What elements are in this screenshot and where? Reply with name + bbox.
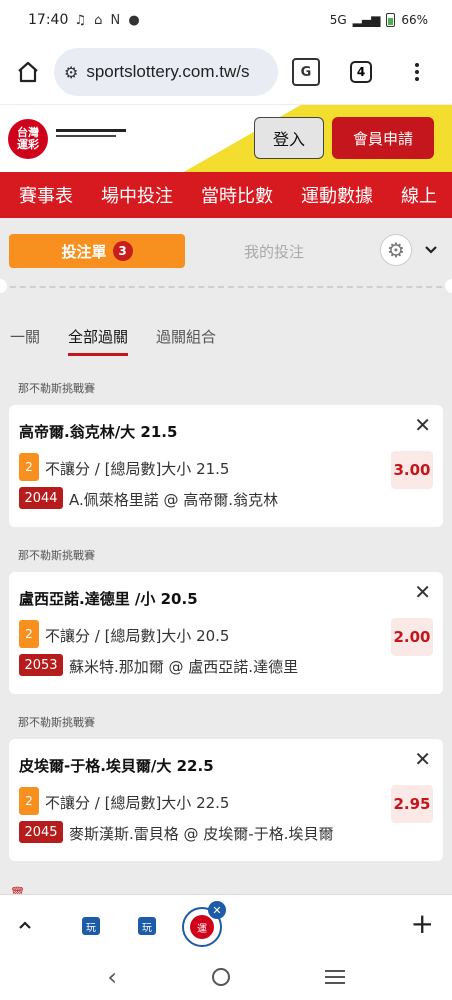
nav-item-online[interactable]: 線上 [401, 182, 437, 208]
home-icon[interactable] [12, 56, 44, 88]
system-nav-bar: ‹ [0, 954, 452, 1000]
match-name: 蘇米特.那加爾 @ 盧西亞諾.達德里 [69, 658, 299, 676]
battery-icon [386, 13, 396, 27]
logo-text: 台灣運彩 [17, 125, 39, 151]
gear-icon[interactable]: ⚙ [380, 234, 412, 266]
login-button[interactable]: 登入 [254, 117, 324, 159]
address-bar[interactable]: ⚙ sportslottery.com.tw/s [54, 48, 278, 96]
signal-icon: ▂▄▆ [352, 13, 381, 27]
event-code: 2053 [19, 654, 63, 676]
home-circle-icon[interactable] [211, 968, 230, 986]
close-tab-icon[interactable]: ✕ [208, 901, 226, 919]
bet-selection: 盧西亞諾.達德里 /小 20.5 [19, 590, 198, 608]
close-icon[interactable]: ✕ [414, 413, 431, 437]
clear-all-icon[interactable]: 🗑 [10, 886, 25, 894]
event-code: 2045 [19, 821, 63, 843]
divider-notch [0, 279, 7, 293]
bet-slip-panel: 投注單 3 我的投注 ⚙ 一關 全部過關 過關組合 那不勒斯挑戰賽 高帝爾.翁克… [0, 218, 452, 894]
status-time: 17:40 [28, 12, 69, 28]
bet-card: 盧西亞諾.達德里 /小 20.5 ✕ 2 不讓分 / [總局數]大小 20.5 … [9, 572, 443, 694]
bet-market: 不讓分 / [總局數]大小 21.5 [45, 460, 230, 478]
close-icon[interactable]: ✕ [414, 747, 431, 771]
bet-count-badge: 3 [112, 241, 133, 261]
bet-selection: 皮埃爾-于格.埃貝爾/大 22.5 [19, 757, 214, 775]
nav-item-stats[interactable]: 運動數據 [301, 182, 373, 208]
league-label: 那不勒斯挑戰賽 [18, 716, 95, 729]
notification-icons: ♫ ⌂ N ● [74, 12, 142, 28]
bet-odds: 2.95 [391, 785, 433, 823]
more-menu-icon[interactable] [414, 63, 420, 81]
recents-icon[interactable] [324, 970, 345, 984]
nav-item-schedule[interactable]: 賽事表 [19, 182, 73, 208]
url-text: sportslottery.com.tw/s [86, 62, 250, 81]
site-header: 台灣運彩 登入 會員申請 [0, 104, 452, 172]
status-bar: 17:40 ♫ ⌂ N ● 5G ▂▄▆ 66% [0, 0, 452, 40]
status-left: 17:40 ♫ ⌂ N ● [28, 12, 142, 28]
status-right: 5G ▂▄▆ 66% [330, 13, 428, 27]
tab-favicon-icon[interactable]: 玩 [82, 917, 100, 935]
bet-odds: 2.00 [391, 618, 433, 656]
main-nav: 賽事表 場中投注 當時比數 運動數據 線上 [0, 172, 452, 218]
bet-type-badge: 2 [19, 453, 39, 481]
event-code: 2044 [19, 487, 63, 509]
battery-level: 66% [401, 13, 428, 27]
bet-card: 高帝爾.翁克林/大 21.5 ✕ 2 不讓分 / [總局數]大小 21.5 3.… [9, 405, 443, 527]
chevron-down-icon[interactable] [424, 240, 438, 259]
tab-my-bets[interactable]: 我的投注 [244, 241, 304, 262]
divider [0, 286, 452, 288]
tab-favicon-icon[interactable]: 玩 [138, 917, 156, 935]
page: 17:40 ♫ ⌂ N ● 5G ▂▄▆ 66% ⚙ sportslottery… [0, 0, 452, 1000]
bet-slip-label: 投注單 [61, 242, 107, 261]
new-tab-icon[interactable]: + [411, 907, 434, 940]
tab-single[interactable]: 一關 [10, 326, 40, 356]
close-icon[interactable]: ✕ [414, 580, 431, 604]
browser-toolbar: ⚙ sportslottery.com.tw/s G 4 [0, 40, 452, 104]
site-logo[interactable]: 台灣運彩 [8, 119, 48, 159]
summary-peek: 🗑 [10, 886, 442, 894]
tab-switcher-button[interactable]: 4 [350, 61, 372, 83]
register-button[interactable]: 會員申請 [332, 117, 434, 159]
bet-type-badge: 2 [19, 620, 39, 648]
bet-odds: 3.00 [391, 451, 433, 489]
site-settings-icon[interactable]: ⚙ [64, 63, 78, 82]
nav-item-live-betting[interactable]: 場中投注 [101, 182, 173, 208]
bet-market: 不讓分 / [總局數]大小 20.5 [45, 627, 230, 645]
tab-bet-slip[interactable]: 投注單 3 [9, 234, 185, 268]
bottom-tab-toolbar: 玩 玩 運 ✕ + [0, 894, 452, 954]
league-label: 那不勒斯挑戰賽 [18, 382, 95, 395]
tab-all-parlay[interactable]: 全部過關 [68, 326, 129, 356]
divider-notch [445, 279, 452, 293]
tab-parlay-combo[interactable]: 過關組合 [156, 326, 216, 356]
logo-tagline-graphic [56, 129, 126, 137]
translate-icon[interactable]: G [292, 58, 320, 86]
league-label: 那不勒斯挑戰賽 [18, 549, 95, 562]
match-name: 麥斯漢斯.雷貝格 @ 皮埃爾-于格.埃貝爾 [69, 825, 334, 843]
network-icon: 5G [329, 13, 347, 27]
bet-slip-header: 投注單 3 我的投注 ⚙ [0, 234, 452, 270]
bet-type-tabs: 一關 全部過關 過關組合 [10, 326, 216, 356]
nav-item-live-scores[interactable]: 當時比數 [201, 182, 273, 208]
bet-selection: 高帝爾.翁克林/大 21.5 [19, 423, 178, 441]
match-name: A.佩萊格里諾 @ 高帝爾.翁克林 [69, 491, 279, 509]
bet-market: 不讓分 / [總局數]大小 22.5 [45, 794, 230, 812]
bet-type-badge: 2 [19, 787, 39, 815]
back-icon[interactable]: ‹ [107, 963, 117, 991]
bet-card: 皮埃爾-于格.埃貝爾/大 22.5 ✕ 2 不讓分 / [總局數]大小 22.5… [9, 739, 443, 861]
chevron-up-icon[interactable] [18, 911, 32, 935]
